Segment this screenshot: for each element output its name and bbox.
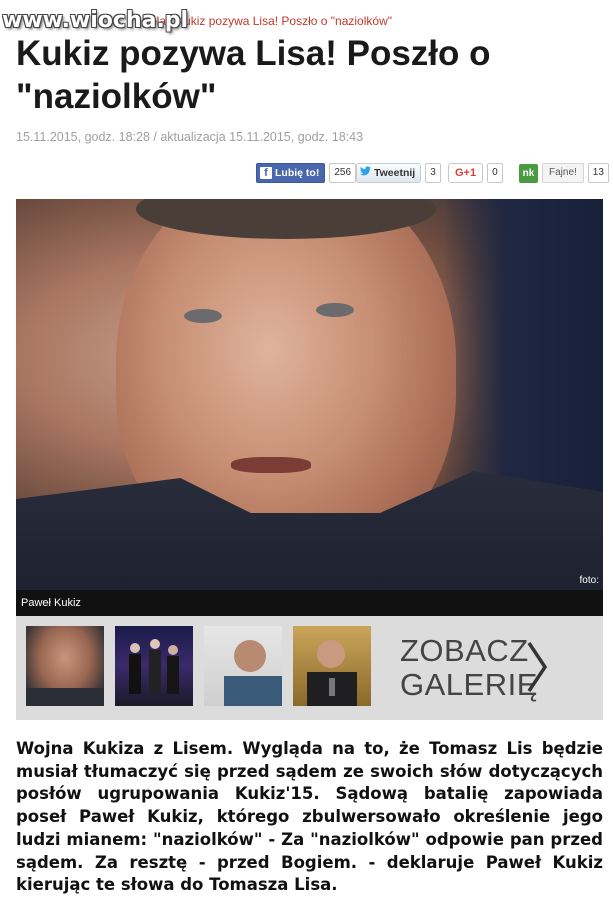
twitter-widget: Tweetnij 3 bbox=[356, 163, 441, 183]
article-title: Kukiz pozywa Lisa! Poszło o "naziolków" bbox=[16, 34, 491, 116]
see-gallery-line2: GALERIĘ bbox=[400, 667, 538, 702]
photo-portrait-eye-left bbox=[184, 309, 222, 323]
photo-portrait-eye-right bbox=[316, 303, 354, 317]
see-gallery-line1: ZOBACZ bbox=[400, 633, 529, 668]
nk-widget: nk Fajne! 13 bbox=[519, 163, 609, 183]
photo-portrait-mouth bbox=[231, 457, 311, 473]
chevron-right-icon[interactable] bbox=[526, 640, 548, 698]
article-lead-text: Wojna Kukiza z Lisem. Wygląda na to, że … bbox=[16, 739, 603, 895]
gallery-strip[interactable]: ZOBACZ GALERIĘ bbox=[16, 616, 603, 720]
tweet-button[interactable]: Tweetnij bbox=[356, 163, 422, 183]
nk-fajne-button[interactable]: Fajne! bbox=[542, 163, 584, 183]
gallery-thumbnail-2[interactable] bbox=[115, 626, 193, 706]
facebook-like-widget: f Lubię to! 256 bbox=[256, 163, 357, 183]
google-plus-count: 0 bbox=[487, 163, 503, 183]
tweet-label: Tweetnij bbox=[374, 167, 416, 179]
tweet-count: 3 bbox=[425, 163, 441, 183]
see-gallery-link[interactable]: ZOBACZ GALERIĘ bbox=[400, 634, 538, 702]
google-plus-widget: G+1 0 bbox=[448, 163, 503, 183]
nk-logo-icon: nk bbox=[519, 163, 538, 183]
gallery-thumbnail-3[interactable] bbox=[204, 626, 282, 706]
gallery-thumbnail-1[interactable] bbox=[26, 626, 104, 706]
site-watermark: www.wiocha.pl bbox=[2, 8, 189, 33]
nk-count: 13 bbox=[587, 163, 609, 183]
article-main-photo[interactable]: foto: bbox=[16, 199, 603, 590]
photo-credit: foto: bbox=[579, 575, 599, 586]
facebook-icon: f bbox=[260, 167, 272, 179]
facebook-like-label: Lubię to! bbox=[275, 167, 320, 179]
facebook-like-count: 256 bbox=[329, 163, 357, 183]
gallery-thumbnail-4[interactable] bbox=[293, 626, 371, 706]
google-plus-button[interactable]: G+1 bbox=[448, 163, 484, 183]
article-date: 15.11.2015, godz. 18:28 / aktualizacja 1… bbox=[16, 130, 364, 144]
photo-caption: Paweł Kukiz bbox=[16, 590, 603, 616]
twitter-bird-icon bbox=[360, 164, 371, 182]
breadcrumb-current[interactable]: Kukiz pozywa Lisa! Poszło o "naziolków" bbox=[176, 14, 392, 28]
facebook-like-button[interactable]: f Lubię to! bbox=[256, 163, 326, 183]
